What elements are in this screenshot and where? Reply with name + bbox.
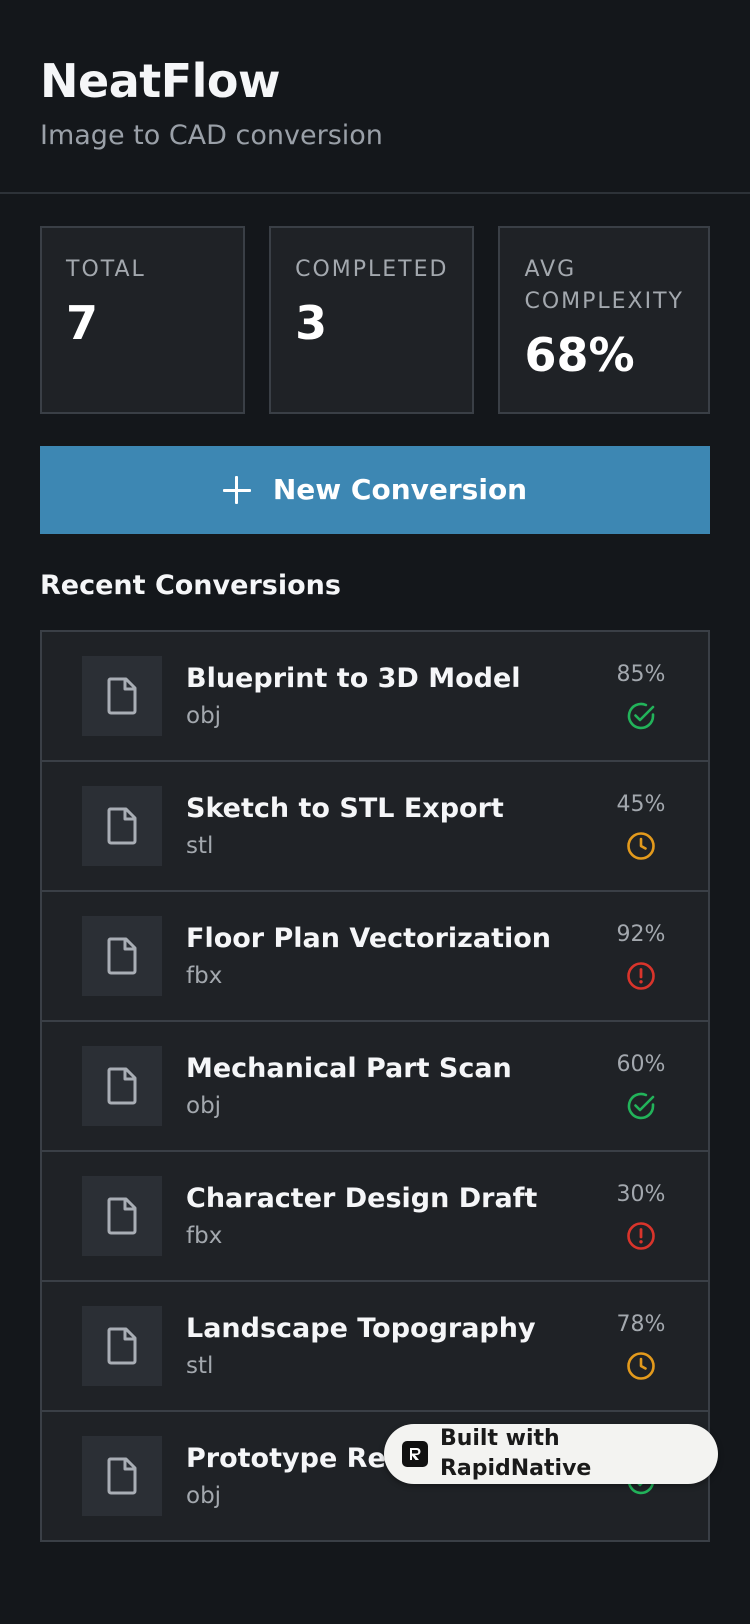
file-thumbnail — [82, 1176, 162, 1256]
conversion-progress: 30% — [616, 1182, 666, 1207]
built-with-badge[interactable]: Built with RapidNative — [384, 1424, 718, 1484]
conversion-item[interactable]: Floor Plan Vectorization fbx 92% — [42, 892, 708, 1022]
conversion-progress: 60% — [616, 1052, 666, 1077]
clock-icon — [625, 1350, 657, 1382]
conversion-progress: 92% — [616, 922, 666, 947]
file-icon — [107, 1327, 137, 1365]
stat-label: TOTAL — [66, 257, 146, 282]
conversion-progress: 78% — [616, 1312, 666, 1337]
badge-label: Built with RapidNative — [439, 1426, 592, 1481]
stat-card-avg-complexity: AVG COMPLEXITY 68% — [498, 226, 710, 414]
conversion-text: Mechanical Part Scan obj — [186, 1051, 606, 1121]
file-thumbnail — [82, 1046, 162, 1126]
check-circle-icon — [625, 1090, 657, 1122]
conversion-text: Sketch to STL Export stl — [186, 791, 606, 861]
section-title: Recent Conversions — [40, 570, 341, 601]
stat-value: 7 — [66, 296, 99, 350]
conversion-status: 85% — [606, 660, 676, 732]
conversion-item[interactable]: Character Design Draft fbx 30% — [42, 1152, 708, 1282]
file-thumbnail — [82, 1436, 162, 1516]
alert-circle-icon — [625, 1220, 657, 1252]
main-content: TOTAL 7 COMPLETED 3 AVG COMPLEXITY 68% N… — [0, 194, 750, 1542]
file-thumbnail — [82, 786, 162, 866]
app-title: NeatFlow — [40, 54, 281, 108]
conversion-text: Landscape Topography stl — [186, 1311, 606, 1381]
conversion-format: obj — [186, 703, 222, 729]
conversion-status: 78% — [606, 1310, 676, 1382]
file-icon — [107, 677, 137, 715]
conversion-list: Blueprint to 3D Model obj 85% Sketch to … — [40, 630, 710, 1542]
conversion-text: Floor Plan Vectorization fbx — [186, 921, 606, 991]
clock-icon — [625, 830, 657, 862]
stat-card-completed: COMPLETED 3 — [269, 226, 475, 414]
conversion-text: Blueprint to 3D Model obj — [186, 661, 606, 731]
conversion-name: Mechanical Part Scan — [186, 1053, 512, 1084]
app-header: NeatFlow Image to CAD conversion — [0, 0, 750, 194]
file-thumbnail — [82, 656, 162, 736]
conversion-item[interactable]: Blueprint to 3D Model obj 85% — [42, 632, 708, 762]
conversion-format: stl — [186, 833, 214, 859]
conversion-text: Character Design Draft fbx — [186, 1181, 606, 1251]
stat-card-total: TOTAL 7 — [40, 226, 246, 414]
conversion-progress: 85% — [616, 662, 666, 687]
conversion-item[interactable]: Mechanical Part Scan obj 60% — [42, 1022, 708, 1152]
conversion-item[interactable]: Sketch to STL Export stl 45% — [42, 762, 708, 892]
conversion-format: fbx — [186, 963, 223, 989]
file-icon — [107, 807, 137, 845]
conversion-format: obj — [186, 1483, 222, 1509]
new-conversion-button[interactable]: New Conversion — [40, 446, 710, 534]
conversion-status: 45% — [606, 790, 676, 862]
conversion-status: 60% — [606, 1050, 676, 1122]
file-thumbnail — [82, 1306, 162, 1386]
new-conversion-label: New Conversion — [272, 473, 528, 506]
conversion-item[interactable]: Landscape Topography stl 78% — [42, 1282, 708, 1412]
check-circle-icon — [625, 700, 657, 732]
file-icon — [107, 937, 137, 975]
stats-row: TOTAL 7 COMPLETED 3 AVG COMPLEXITY 68% — [40, 226, 710, 414]
file-icon — [107, 1197, 137, 1235]
rapidnative-logo-icon — [402, 1441, 428, 1467]
conversion-name: Blueprint to 3D Model — [186, 663, 521, 694]
conversion-format: fbx — [186, 1223, 223, 1249]
conversion-format: stl — [186, 1353, 214, 1379]
stat-value: 68% — [524, 328, 635, 382]
file-icon — [107, 1067, 137, 1105]
plus-icon — [222, 476, 251, 504]
stat-label: AVG COMPLEXITY — [524, 257, 684, 314]
app-subtitle: Image to CAD conversion — [40, 120, 383, 151]
stat-label: COMPLETED — [295, 257, 449, 282]
conversion-status: 30% — [606, 1180, 676, 1252]
conversion-status: 92% — [606, 920, 676, 992]
file-thumbnail — [82, 916, 162, 996]
file-icon — [107, 1457, 137, 1495]
stat-value: 3 — [295, 296, 328, 350]
alert-circle-icon — [625, 960, 657, 992]
conversion-format: obj — [186, 1093, 222, 1119]
conversion-name: Landscape Topography — [186, 1313, 536, 1344]
conversion-name: Sketch to STL Export — [186, 793, 504, 824]
conversion-name: Character Design Draft — [186, 1183, 538, 1214]
conversion-name: Floor Plan Vectorization — [186, 923, 552, 954]
conversion-progress: 45% — [616, 792, 666, 817]
